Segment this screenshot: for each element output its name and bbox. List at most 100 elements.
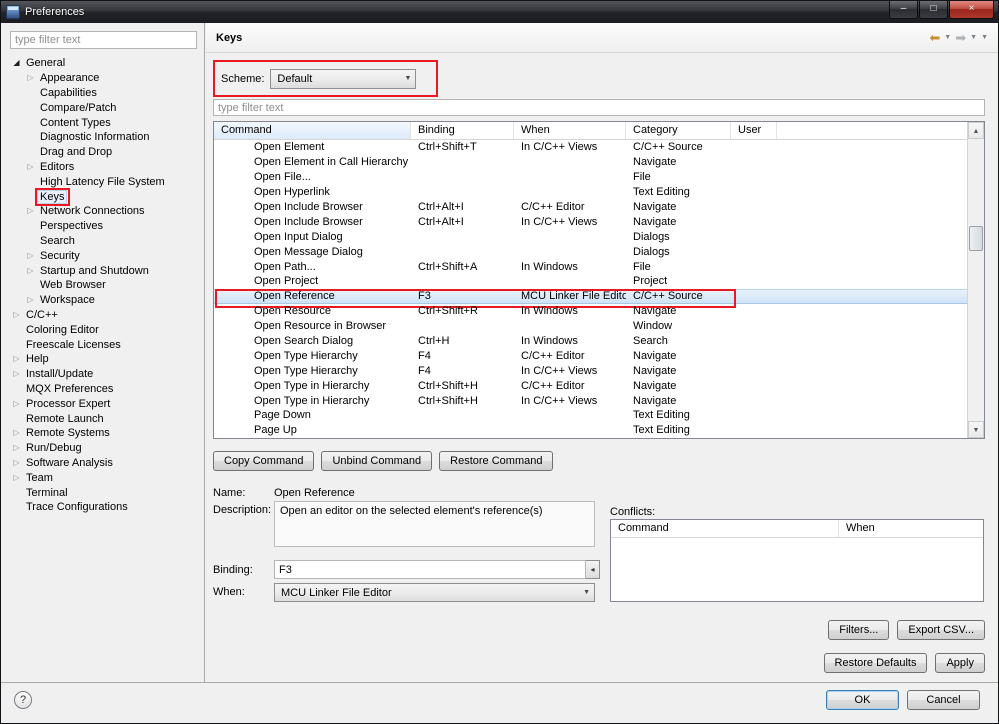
tree-item[interactable]: C/C++	[10, 308, 204, 323]
tree-expand-icon[interactable]	[10, 459, 23, 467]
close-button[interactable]: ×	[949, 1, 994, 19]
tree-item[interactable]: High Latency File System	[10, 174, 204, 189]
when-select[interactable]: MCU Linker File Editor ▼	[274, 583, 595, 602]
tree-item[interactable]: Trace Configurations	[10, 500, 204, 515]
conflicts-column-when[interactable]: When	[839, 520, 983, 537]
binding-options-button[interactable]: ◂	[586, 560, 600, 579]
tree-expand-icon[interactable]	[24, 296, 37, 304]
tree-expand-icon[interactable]	[24, 252, 37, 260]
tree-expand-icon[interactable]	[10, 444, 23, 452]
tree-expand-icon[interactable]	[24, 207, 37, 215]
forward-menu-icon[interactable]: ▼	[970, 34, 977, 41]
table-row[interactable]: Open Include Browser Ctrl+Alt+I C/C++ Ed…	[214, 200, 967, 215]
cancel-button[interactable]: Cancel	[907, 690, 980, 710]
tree-item[interactable]: Remote Launch	[10, 411, 204, 426]
table-row[interactable]: Page Down Text Editing	[214, 408, 967, 423]
table-row[interactable]: Open Input Dialog Dialogs	[214, 229, 967, 244]
tree-item[interactable]: Team	[10, 470, 204, 485]
scroll-down-icon[interactable]: ▼	[968, 421, 984, 438]
tree-item[interactable]: Remote Systems	[10, 426, 204, 441]
back-menu-icon[interactable]: ▼	[944, 34, 951, 41]
tree-expand-icon[interactable]	[10, 355, 23, 363]
tree-item[interactable]: Run/Debug	[10, 441, 204, 456]
column-header-category[interactable]: Category	[626, 122, 731, 139]
tree-expand-icon[interactable]	[10, 370, 23, 378]
table-row[interactable]: Open Path... Ctrl+Shift+A In Windows Fil…	[214, 259, 967, 274]
table-row[interactable]: Open Resource Ctrl+Shift+R In Windows Na…	[214, 304, 967, 319]
tree-item[interactable]: Web Browser	[10, 278, 204, 293]
scroll-thumb[interactable]	[969, 226, 983, 251]
tree-item[interactable]: Compare/Patch	[10, 100, 204, 115]
tree-item[interactable]: Coloring Editor	[10, 322, 204, 337]
column-header-when[interactable]: When	[514, 122, 626, 139]
column-header-command[interactable]: Command	[214, 122, 411, 139]
tree-item[interactable]: Software Analysis	[10, 456, 204, 471]
tree-item[interactable]: Help	[10, 352, 204, 367]
restore-defaults-button[interactable]: Restore Defaults	[823, 653, 928, 673]
table-scrollbar[interactable]: ▲ ▼	[967, 122, 984, 438]
table-row[interactable]: Open Element in Call Hierarchy Navigate	[214, 155, 967, 170]
tree-item[interactable]: Keys	[10, 187, 204, 206]
help-icon[interactable]: ?	[14, 691, 32, 709]
tree-expand-icon[interactable]	[10, 311, 23, 319]
tree-expand-icon[interactable]	[10, 429, 23, 437]
copy-command-button[interactable]: Copy Command	[213, 451, 315, 471]
tree-item[interactable]: Search	[10, 234, 204, 249]
tree-item[interactable]: Appearance	[10, 71, 204, 86]
tree-expand-icon[interactable]	[10, 400, 23, 408]
column-header-user[interactable]: User	[731, 122, 777, 139]
tree-expand-icon[interactable]	[24, 74, 37, 82]
tree-item[interactable]: Network Connections	[10, 204, 204, 219]
table-row[interactable]: Open Resource in Browser Window	[214, 319, 967, 334]
sidebar-filter-input[interactable]	[10, 31, 197, 49]
table-row[interactable]: Open Type in Hierarchy Ctrl+Shift+H In C…	[214, 393, 967, 408]
scroll-up-icon[interactable]: ▲	[968, 122, 984, 139]
forward-icon[interactable]: ➡	[955, 31, 966, 44]
tree-item[interactable]: Content Types	[10, 115, 204, 130]
filters-button[interactable]: Filters...	[828, 620, 890, 640]
tree-item[interactable]: Processor Expert	[10, 396, 204, 411]
tree-item[interactable]: Diagnostic Information	[10, 130, 204, 145]
table-row[interactable]: Open Element Ctrl+Shift+T In C/C++ Views…	[214, 140, 967, 155]
table-row[interactable]: Open Hyperlink Text Editing	[214, 185, 967, 200]
tree-item[interactable]: Editors	[10, 160, 204, 175]
restore-command-button[interactable]: Restore Command	[439, 451, 554, 471]
table-row[interactable]: Open Project Project	[214, 274, 967, 289]
scheme-select[interactable]: Default ▼	[270, 68, 417, 89]
ok-button[interactable]: OK	[826, 690, 899, 710]
table-row[interactable]: Open Type in Hierarchy Ctrl+Shift+H C/C+…	[214, 378, 967, 393]
tree-expand-icon[interactable]	[24, 163, 37, 171]
maximize-button[interactable]: □	[919, 1, 948, 19]
tree-expand-icon[interactable]	[24, 267, 37, 275]
table-row[interactable]: Page Up Text Editing	[214, 423, 967, 438]
minimize-button[interactable]: –	[889, 1, 918, 19]
view-menu-icon[interactable]: ▼	[981, 34, 988, 41]
table-row[interactable]: Open Message Dialog Dialogs	[214, 244, 967, 259]
unbind-command-button[interactable]: Unbind Command	[321, 451, 433, 471]
table-row[interactable]: Open File... File	[214, 170, 967, 185]
tree-item[interactable]: Terminal	[10, 485, 204, 500]
table-row[interactable]: Open Include Browser Ctrl+Alt+I In C/C++…	[214, 214, 967, 229]
tree-item[interactable]: General	[10, 56, 204, 71]
tree-item[interactable]: MQX Preferences	[10, 382, 204, 397]
table-row[interactable]: Open Search Dialog Ctrl+H In Windows Sea…	[214, 334, 967, 349]
tree-expand-icon[interactable]	[10, 474, 23, 482]
tree-item[interactable]: Drag and Drop	[10, 145, 204, 160]
table-row[interactable]: Open Type Hierarchy F4 In C/C++ Views Na…	[214, 363, 967, 378]
binding-input[interactable]	[274, 560, 586, 579]
apply-button[interactable]: Apply	[935, 653, 985, 673]
tree-item[interactable]: Workspace	[10, 293, 204, 308]
back-icon[interactable]: ⬅	[929, 31, 940, 44]
tree-expand-icon[interactable]	[10, 59, 23, 67]
keys-filter-input[interactable]	[213, 99, 985, 116]
conflicts-column-command[interactable]: Command	[611, 520, 839, 537]
tree-item[interactable]: Startup and Shutdown	[10, 263, 204, 278]
column-header-binding[interactable]: Binding	[411, 122, 514, 139]
tree-item[interactable]: Perspectives	[10, 219, 204, 234]
tree-item[interactable]: Freescale Licenses	[10, 337, 204, 352]
tree-item[interactable]: Install/Update	[10, 367, 204, 382]
export-csv-button[interactable]: Export CSV...	[897, 620, 985, 640]
tree-item[interactable]: Capabilities	[10, 86, 204, 101]
table-row[interactable]: Open Reference F3 MCU Linker File Editor…	[214, 288, 967, 308]
tree-item[interactable]: Security	[10, 248, 204, 263]
